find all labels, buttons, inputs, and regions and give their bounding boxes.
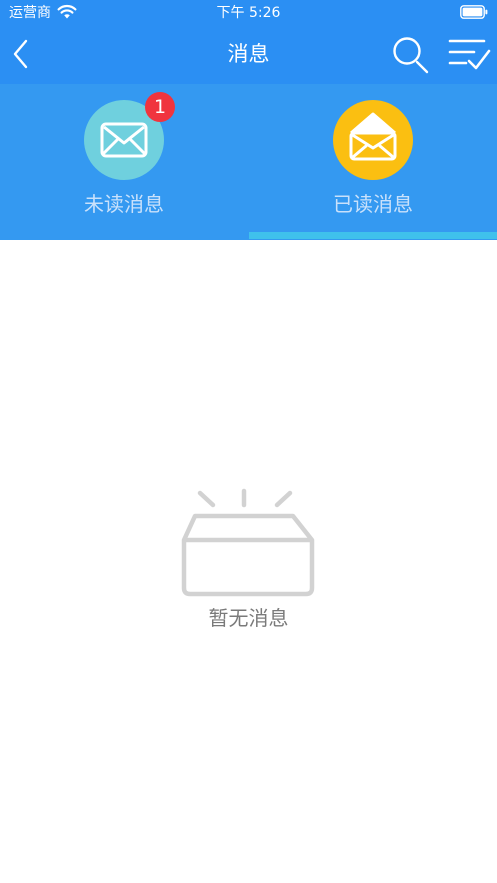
clock: 下午 5:26 [216,5,281,21]
header: 运营商 下午 5:26 消息 [0,0,497,84]
empty-state-text: 暂无消息 [208,606,289,630]
read-mail-icon-circle [333,100,413,180]
back-button[interactable] [6,36,38,72]
messages-screen: 运营商 下午 5:26 消息 1 未读消息 已读消息 暂无消息 [0,0,497,883]
empty-box-icon [176,488,321,604]
chevron-left-icon [13,39,28,69]
unread-count-badge: 1 [145,92,175,122]
battery-icon [460,5,488,23]
status-bar: 运营商 下午 5:26 [0,0,497,26]
tab-selected-indicator [249,232,497,239]
tab-unread-label: 未读消息 [84,192,164,216]
checklist-icon [448,39,491,70]
tab-read[interactable]: 已读消息 [249,84,497,240]
empty-state: 暂无消息 [0,240,497,883]
message-tabs: 1 未读消息 已读消息 [0,84,497,240]
nav-bar: 消息 [0,26,497,84]
tab-unread[interactable]: 1 未读消息 [0,84,248,240]
search-button[interactable] [390,34,432,76]
envelope-open-icon [349,112,397,161]
mark-all-read-button[interactable] [446,35,492,75]
tab-read-label: 已读消息 [333,192,413,216]
search-icon [393,37,429,74]
